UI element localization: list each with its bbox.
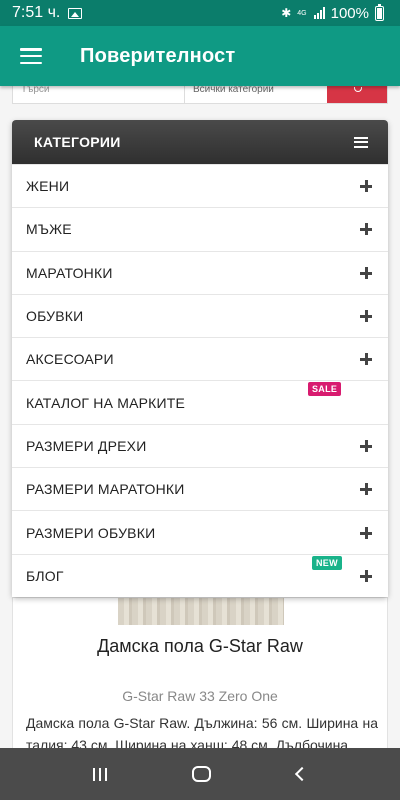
category-item-men[interactable]: МЪЖЕ xyxy=(12,207,388,251)
plus-icon[interactable] xyxy=(360,569,372,582)
hamburger-menu-icon[interactable] xyxy=(20,48,42,64)
category-item-accessories[interactable]: АКСЕСОАРИ xyxy=(12,337,388,381)
plus-icon[interactable] xyxy=(360,180,372,193)
category-select[interactable]: Всички категории xyxy=(185,86,327,103)
categories-title: КАТЕГОРИИ xyxy=(34,134,121,150)
category-label: РАЗМЕРИ МАРАТОНКИ xyxy=(26,481,185,498)
menu-lines-icon[interactable] xyxy=(354,136,368,148)
gallery-notification-icon xyxy=(68,7,83,19)
network-type: 4G xyxy=(297,9,307,17)
plus-icon[interactable] xyxy=(360,526,372,539)
battery-icon xyxy=(375,3,384,21)
category-item-brand-catalog[interactable]: КАТАЛОГ НА МАРКИТЕ SALE xyxy=(12,380,388,424)
plus-icon[interactable] xyxy=(360,353,372,366)
plus-icon[interactable] xyxy=(360,223,372,236)
status-left: 7:51 ч. xyxy=(12,4,83,22)
category-item-sneaker-sizes[interactable]: РАЗМЕРИ МАРАТОНКИ xyxy=(12,467,388,511)
search-input[interactable]: Търси xyxy=(13,86,185,103)
category-item-shoe-sizes[interactable]: РАЗМЕРИ ОБУВКИ xyxy=(12,510,388,554)
status-time: 7:51 ч. xyxy=(12,4,61,21)
category-label: МАРАТОНКИ xyxy=(26,264,113,281)
category-label: КАТАЛОГ НА МАРКИТЕ xyxy=(26,394,186,411)
category-item-sneakers[interactable]: МАРАТОНКИ xyxy=(12,250,388,294)
new-badge: NEW xyxy=(312,555,342,570)
status-right: ✱ 4G 100% xyxy=(281,3,384,22)
status-bar: 7:51 ч. ✱ 4G 100% xyxy=(0,0,400,26)
category-label: БЛОГ xyxy=(26,567,64,584)
battery-percent: 100% xyxy=(330,4,369,22)
category-label: АКСЕСОАРИ xyxy=(26,351,114,368)
product-card: Дамска пола G-Star Raw G-Star Raw 33 Zer… xyxy=(12,597,388,757)
category-label: ЖЕНИ xyxy=(26,178,70,195)
search-button[interactable] xyxy=(327,86,387,103)
home-icon[interactable] xyxy=(192,766,212,782)
categories-dropdown: КАТЕГОРИИ ЖЕНИ МЪЖЕ МАРАТОНКИ ОБУВКИ АКС… xyxy=(12,120,388,597)
bluetooth-icon: ✱ xyxy=(281,6,292,20)
system-nav-bar xyxy=(0,748,400,800)
category-label: ОБУВКИ xyxy=(26,308,84,325)
plus-icon[interactable] xyxy=(360,483,372,496)
category-item-clothing-sizes[interactable]: РАЗМЕРИ ДРЕХИ xyxy=(12,423,388,468)
categories-header[interactable]: КАТЕГОРИИ xyxy=(12,120,388,164)
product-description: Дамска пола G-Star Raw. Дължина: 56 см. … xyxy=(26,715,378,752)
category-item-women[interactable]: ЖЕНИ xyxy=(12,164,388,208)
category-label: РАЗМЕРИ ОБУВКИ xyxy=(26,524,156,541)
plus-icon[interactable] xyxy=(360,310,372,323)
search-bar: Търси Всички категории xyxy=(12,86,388,104)
product-brand: G-Star Raw 33 Zero One xyxy=(122,688,278,704)
recent-apps-icon[interactable] xyxy=(92,767,107,781)
page-title: Поверителност xyxy=(80,44,236,67)
plus-icon[interactable] xyxy=(360,439,372,452)
product-image[interactable] xyxy=(118,598,284,625)
back-icon[interactable] xyxy=(295,766,310,782)
category-label: МЪЖЕ xyxy=(26,221,72,238)
signal-icon xyxy=(313,7,325,19)
category-label: РАЗМЕРИ ДРЕХИ xyxy=(26,437,147,454)
app-bar: Поверителност xyxy=(0,26,400,86)
sale-badge: SALE xyxy=(308,382,342,397)
product-name[interactable]: Дамска пола G-Star Raw xyxy=(13,636,387,657)
plus-icon[interactable] xyxy=(360,266,372,279)
category-item-shoes[interactable]: ОБУВКИ xyxy=(12,293,388,338)
category-item-blog[interactable]: БЛОГ NEW xyxy=(12,553,388,597)
